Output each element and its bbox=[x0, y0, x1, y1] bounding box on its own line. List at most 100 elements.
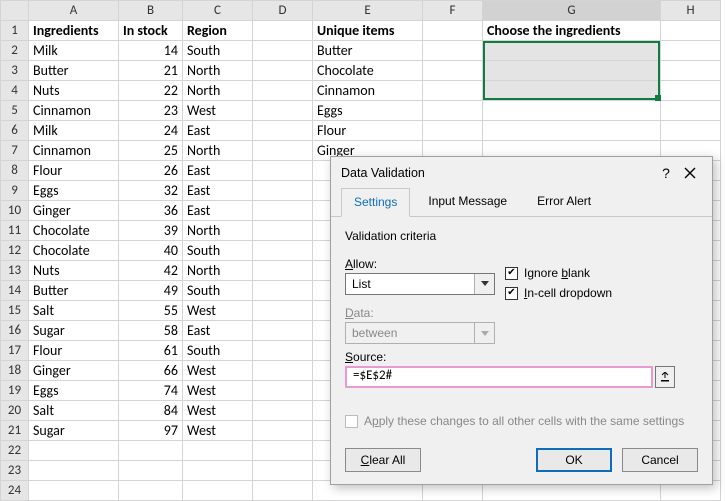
cell-B13[interactable]: 42 bbox=[119, 261, 183, 281]
row-header[interactable]: 13 bbox=[1, 261, 29, 281]
cell-A8[interactable]: Flour bbox=[29, 161, 119, 181]
col-header-H[interactable]: H bbox=[661, 1, 721, 21]
cell-C7[interactable]: North bbox=[183, 141, 253, 161]
cell-B20[interactable]: 84 bbox=[119, 401, 183, 421]
cell-D16[interactable] bbox=[253, 321, 313, 341]
cell-A19[interactable]: Eggs bbox=[29, 381, 119, 401]
cell-B11[interactable]: 39 bbox=[119, 221, 183, 241]
cell-C5[interactable]: West bbox=[183, 101, 253, 121]
cell-D3[interactable] bbox=[253, 61, 313, 81]
col-header-B[interactable]: B bbox=[119, 1, 183, 21]
cell-F5[interactable] bbox=[423, 101, 483, 121]
cell-C21[interactable]: West bbox=[183, 421, 253, 441]
cell-D4[interactable] bbox=[253, 81, 313, 101]
cell-A3[interactable]: Butter bbox=[29, 61, 119, 81]
cell-B9[interactable]: 32 bbox=[119, 181, 183, 201]
cell-A7[interactable]: Cinnamon bbox=[29, 141, 119, 161]
cell-D23[interactable] bbox=[253, 461, 313, 481]
cell-C10[interactable]: East bbox=[183, 201, 253, 221]
cell-H4[interactable] bbox=[661, 81, 721, 101]
cell-C11[interactable]: North bbox=[183, 221, 253, 241]
cell-C20[interactable]: West bbox=[183, 401, 253, 421]
row-header[interactable]: 24 bbox=[1, 481, 29, 501]
cell-D14[interactable] bbox=[253, 281, 313, 301]
cell-E3[interactable]: Chocolate bbox=[313, 61, 423, 81]
col-header-A[interactable]: A bbox=[29, 1, 119, 21]
cell-A22[interactable] bbox=[29, 441, 119, 461]
cell-B5[interactable]: 23 bbox=[119, 101, 183, 121]
cell-E2[interactable]: Butter bbox=[313, 41, 423, 61]
cell-A14[interactable]: Butter bbox=[29, 281, 119, 301]
cell-D9[interactable] bbox=[253, 181, 313, 201]
cell-A5[interactable]: Cinnamon bbox=[29, 101, 119, 121]
tab-input-message[interactable]: Input Message bbox=[416, 188, 519, 217]
row-header[interactable]: 4 bbox=[1, 81, 29, 101]
allow-dropdown[interactable]: List bbox=[345, 273, 495, 295]
range-selector-button[interactable] bbox=[655, 366, 675, 388]
cell-A13[interactable]: Nuts bbox=[29, 261, 119, 281]
col-header-E[interactable]: E bbox=[313, 1, 423, 21]
cell-F1[interactable] bbox=[423, 21, 483, 41]
cell-E5[interactable]: Eggs bbox=[313, 101, 423, 121]
cell-E1[interactable]: Unique items bbox=[313, 21, 423, 41]
cell-B3[interactable]: 21 bbox=[119, 61, 183, 81]
cell-E6[interactable]: Flour bbox=[313, 121, 423, 141]
cell-A18[interactable]: Ginger bbox=[29, 361, 119, 381]
cell-G2[interactable] bbox=[483, 41, 661, 61]
cell-C17[interactable]: South bbox=[183, 341, 253, 361]
row-header[interactable]: 14 bbox=[1, 281, 29, 301]
cell-B4[interactable]: 22 bbox=[119, 81, 183, 101]
cell-E4[interactable]: Cinnamon bbox=[313, 81, 423, 101]
row-header[interactable]: 10 bbox=[1, 201, 29, 221]
cell-B17[interactable]: 61 bbox=[119, 341, 183, 361]
cell-A4[interactable]: Nuts bbox=[29, 81, 119, 101]
cell-D11[interactable] bbox=[253, 221, 313, 241]
cell-C22[interactable] bbox=[183, 441, 253, 461]
cell-B8[interactable]: 26 bbox=[119, 161, 183, 181]
tab-settings[interactable]: Settings bbox=[341, 188, 410, 217]
cell-G6[interactable] bbox=[483, 121, 661, 141]
cell-B14[interactable]: 49 bbox=[119, 281, 183, 301]
cell-C16[interactable]: East bbox=[183, 321, 253, 341]
cell-D8[interactable] bbox=[253, 161, 313, 181]
cell-C15[interactable]: West bbox=[183, 301, 253, 321]
col-header-F[interactable]: F bbox=[423, 1, 483, 21]
cell-C18[interactable]: West bbox=[183, 361, 253, 381]
cell-H2[interactable] bbox=[661, 41, 721, 61]
cell-A12[interactable]: Chocolate bbox=[29, 241, 119, 261]
row-header[interactable]: 1 bbox=[1, 21, 29, 41]
select-all-corner[interactable] bbox=[1, 1, 29, 21]
ignore-blank-checkbox[interactable]: Ignore blank bbox=[505, 266, 612, 280]
cell-H5[interactable] bbox=[661, 101, 721, 121]
cell-D15[interactable] bbox=[253, 301, 313, 321]
cell-B18[interactable]: 66 bbox=[119, 361, 183, 381]
cell-D1[interactable] bbox=[253, 21, 313, 41]
row-header[interactable]: 18 bbox=[1, 361, 29, 381]
cell-G1[interactable]: Choose the ingredients bbox=[483, 21, 661, 41]
row-header[interactable]: 11 bbox=[1, 221, 29, 241]
close-button[interactable] bbox=[678, 167, 702, 179]
row-header[interactable]: 22 bbox=[1, 441, 29, 461]
cell-D13[interactable] bbox=[253, 261, 313, 281]
cell-H1[interactable] bbox=[661, 21, 721, 41]
cell-C9[interactable]: East bbox=[183, 181, 253, 201]
cell-C19[interactable]: West bbox=[183, 381, 253, 401]
cell-B16[interactable]: 58 bbox=[119, 321, 183, 341]
source-input[interactable]: =$E$2# bbox=[345, 366, 653, 388]
cell-A21[interactable]: Sugar bbox=[29, 421, 119, 441]
cell-C14[interactable]: South bbox=[183, 281, 253, 301]
row-header[interactable]: 8 bbox=[1, 161, 29, 181]
cell-A23[interactable] bbox=[29, 461, 119, 481]
cell-B2[interactable]: 14 bbox=[119, 41, 183, 61]
cell-D2[interactable] bbox=[253, 41, 313, 61]
cell-A11[interactable]: Chocolate bbox=[29, 221, 119, 241]
row-header[interactable]: 20 bbox=[1, 401, 29, 421]
clear-all-button[interactable]: Clear All bbox=[345, 448, 421, 472]
cell-A1[interactable]: Ingredients bbox=[29, 21, 119, 41]
cell-H3[interactable] bbox=[661, 61, 721, 81]
row-header[interactable]: 6 bbox=[1, 121, 29, 141]
cell-D24[interactable] bbox=[253, 481, 313, 501]
cell-A6[interactable]: Milk bbox=[29, 121, 119, 141]
cell-B22[interactable] bbox=[119, 441, 183, 461]
cell-C12[interactable]: South bbox=[183, 241, 253, 261]
